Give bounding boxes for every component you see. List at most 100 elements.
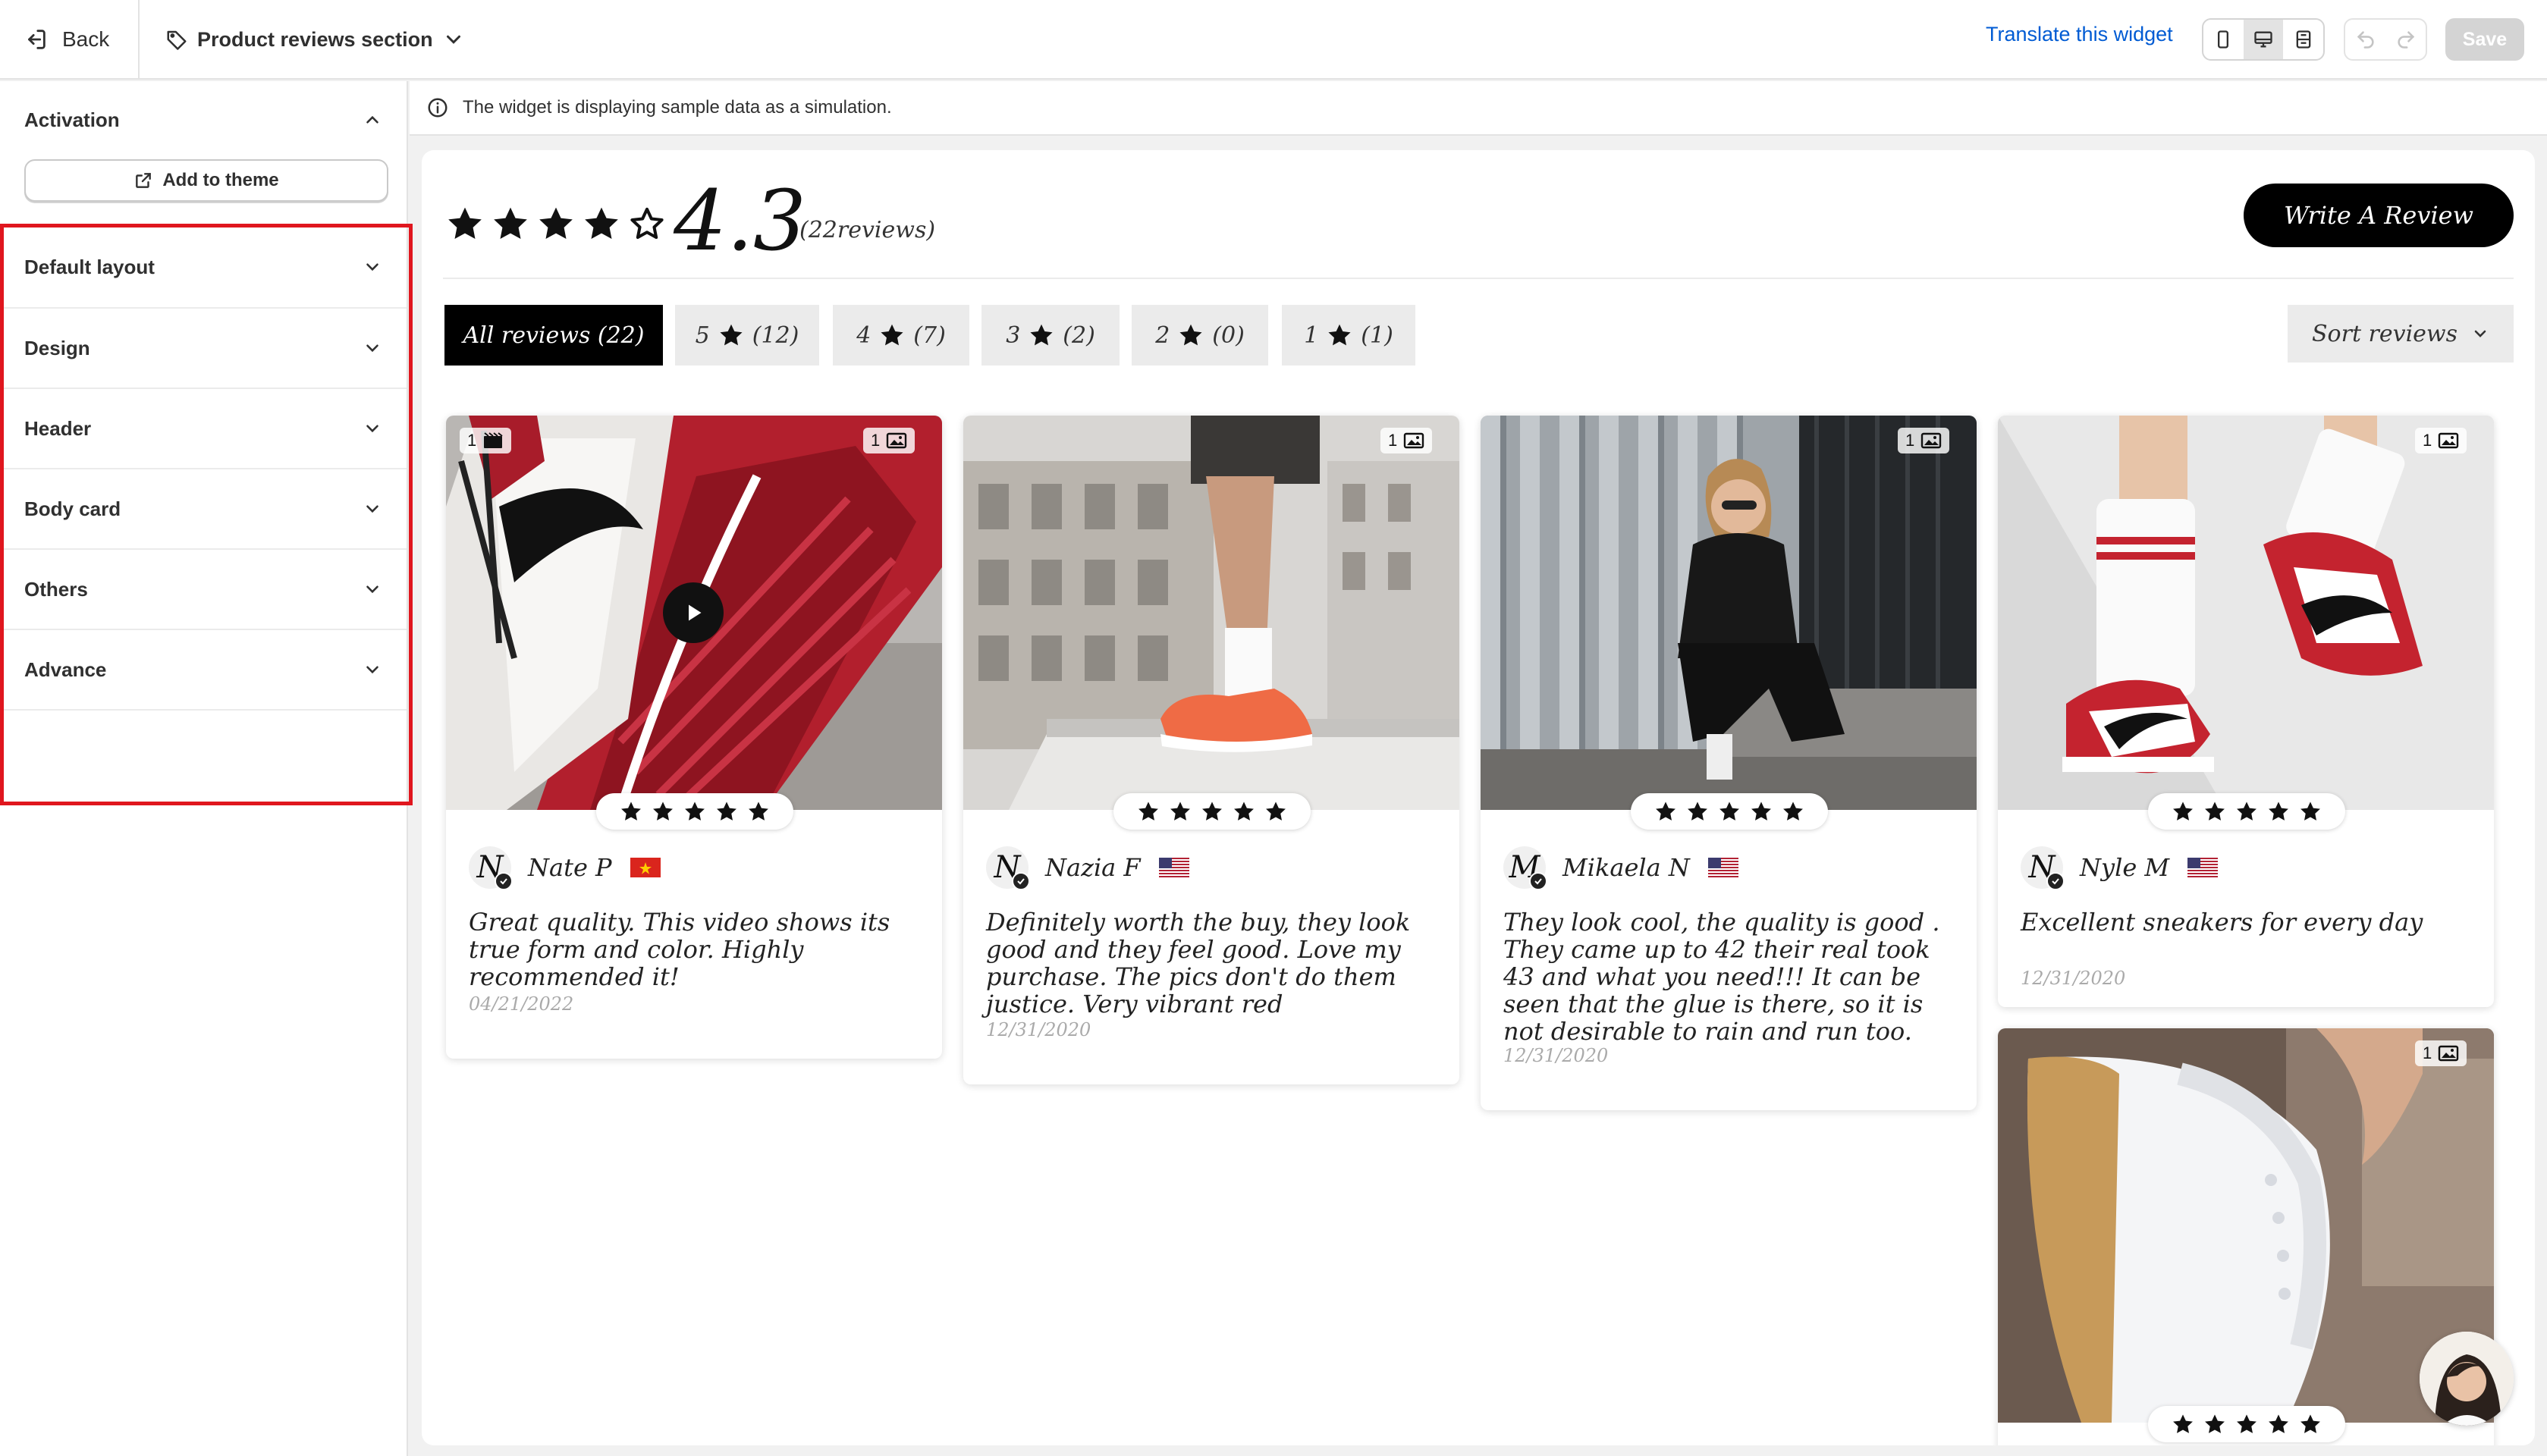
star-filled-icon <box>2173 802 2193 821</box>
others-label: Others <box>24 577 88 601</box>
star-filled-icon <box>2300 802 2320 821</box>
back-label: Back <box>62 27 110 51</box>
review-stars <box>596 793 793 830</box>
average-rating: 4.3 <box>674 172 806 269</box>
review-author: M Mikaela N <box>1503 845 1738 890</box>
review-card: 1 N Nyle M Excellent sneakers for every … <box>1998 416 2494 1007</box>
image-icon <box>887 432 907 449</box>
star-filled-icon <box>1234 802 1254 821</box>
others-section[interactable]: Others <box>0 550 407 629</box>
body-card-section[interactable]: Body card <box>0 469 407 548</box>
media-count: 1 <box>2423 431 2432 450</box>
star-filled-icon <box>685 802 705 821</box>
review-media-image[interactable]: 1 <box>1998 1028 2494 1423</box>
info-icon <box>428 98 448 118</box>
filter-3-star[interactable]: 3 (2) <box>981 305 1120 366</box>
media-count: 1 <box>871 431 881 450</box>
media-count: 1 <box>1905 431 1915 450</box>
sort-reviews-dropdown[interactable]: Sort reviews <box>2288 305 2514 362</box>
author-name: Mikaela N <box>1562 853 1690 882</box>
undo-button[interactable] <box>2345 20 2385 59</box>
video-count-badge: 1 <box>460 428 512 453</box>
filter-2-count: (0) <box>1212 322 1245 349</box>
author-name: Nate P <box>528 853 612 882</box>
image-icon <box>2439 1045 2459 1062</box>
avatar: M <box>1503 846 1547 890</box>
back-button[interactable]: Back <box>23 20 109 59</box>
review-media-image[interactable]: 1 <box>963 416 1459 810</box>
add-to-theme-label: Add to theme <box>162 170 279 190</box>
chevron-down-icon <box>366 585 378 594</box>
review-stars <box>1113 793 1311 830</box>
header-section[interactable]: Header <box>0 389 407 468</box>
verified-check-icon <box>1529 872 1547 890</box>
default-layout-label: Default layout <box>24 255 155 278</box>
default-layout-section[interactable]: Default layout <box>0 227 407 307</box>
mobile-view-button[interactable] <box>2203 20 2244 59</box>
star-filled-icon <box>2269 1414 2288 1433</box>
filter-4-star[interactable]: 4 (7) <box>833 305 969 366</box>
review-date: 04/21/2022 <box>469 993 574 1015</box>
star-filled-icon <box>1688 802 1707 821</box>
review-stars <box>1631 793 1828 830</box>
filter-2-num: 2 <box>1155 322 1170 349</box>
design-section[interactable]: Design <box>0 309 407 388</box>
filter-4-count: (7) <box>913 322 946 349</box>
filter-5-star[interactable]: 5 (12) <box>675 305 819 366</box>
review-text: They look cool, the quality is good . Th… <box>1503 908 1940 1046</box>
chevron-down-icon <box>366 344 378 353</box>
settings-sidebar: Activation Add to theme Default layout D… <box>0 81 413 1456</box>
media-count: 1 <box>467 431 477 450</box>
review-author: N Nate P <box>469 845 661 890</box>
filter-1-count: (1) <box>1361 322 1393 349</box>
write-review-button[interactable]: Write A Review <box>2244 184 2514 247</box>
fullscreen-icon <box>2296 30 2311 49</box>
play-video-button[interactable] <box>663 582 724 643</box>
usa-flag-icon <box>2187 858 2219 877</box>
filter-2-star[interactable]: 2 (0) <box>1132 305 1268 366</box>
star-filled-icon <box>2237 802 2256 821</box>
save-button[interactable]: Save <box>2445 18 2524 61</box>
activation-section-toggle[interactable]: Activation <box>0 101 407 139</box>
image-icon <box>1404 432 1424 449</box>
translate-widget-link[interactable]: Translate this widget <box>1986 23 2173 46</box>
review-media-image[interactable]: 1 <box>1998 416 2494 810</box>
support-chat-avatar[interactable] <box>2420 1332 2514 1426</box>
sneaker-photo <box>1998 1028 2494 1423</box>
design-label: Design <box>24 336 90 359</box>
review-text: Great quality. This video shows its true… <box>469 908 890 991</box>
section-selector[interactable]: Product reviews section <box>165 20 465 59</box>
fullscreen-view-button[interactable] <box>2283 20 2323 59</box>
filter-all-reviews[interactable]: All reviews (22) <box>444 305 663 366</box>
image-icon <box>2439 432 2459 449</box>
review-date: 12/31/2020 <box>2021 968 2126 989</box>
desktop-icon <box>2254 31 2272 48</box>
advance-section[interactable]: Advance <box>0 630 407 709</box>
chevron-up-icon <box>366 115 378 124</box>
vietnam-flag-icon <box>630 858 661 877</box>
sort-label: Sort reviews <box>2311 320 2457 347</box>
filter-1-star[interactable]: 1 (1) <box>1282 305 1415 366</box>
star-filled-icon <box>448 207 482 240</box>
filter-4-num: 4 <box>856 322 872 349</box>
chevron-down-icon <box>366 425 378 433</box>
sidebar-divider <box>0 709 407 711</box>
star-filled-icon <box>2269 802 2288 821</box>
simulation-notice-text: The widget is displaying sample data as … <box>463 97 892 118</box>
avatar: N <box>2021 846 2065 890</box>
review-media-image[interactable]: 1 <box>1481 416 1977 810</box>
person-photo <box>1481 416 1977 810</box>
review-media-image[interactable]: 1 1 <box>446 416 942 810</box>
chevron-down-icon <box>2474 330 2486 337</box>
filter-3-num: 3 <box>1006 322 1021 349</box>
review-count: (22reviews) <box>799 217 936 243</box>
star-filled-icon <box>494 207 527 240</box>
redo-button[interactable] <box>2385 20 2426 59</box>
desktop-view-button[interactable] <box>2243 20 2284 59</box>
image-count-badge: 1 <box>863 428 915 453</box>
star-filled-icon <box>881 324 903 346</box>
filter-all-label: All reviews (22) <box>463 322 645 349</box>
top-bar: Back Product reviews section Translate t… <box>0 0 2547 80</box>
usa-flag-icon <box>1158 858 1189 877</box>
add-to-theme-button[interactable]: Add to theme <box>24 159 388 202</box>
